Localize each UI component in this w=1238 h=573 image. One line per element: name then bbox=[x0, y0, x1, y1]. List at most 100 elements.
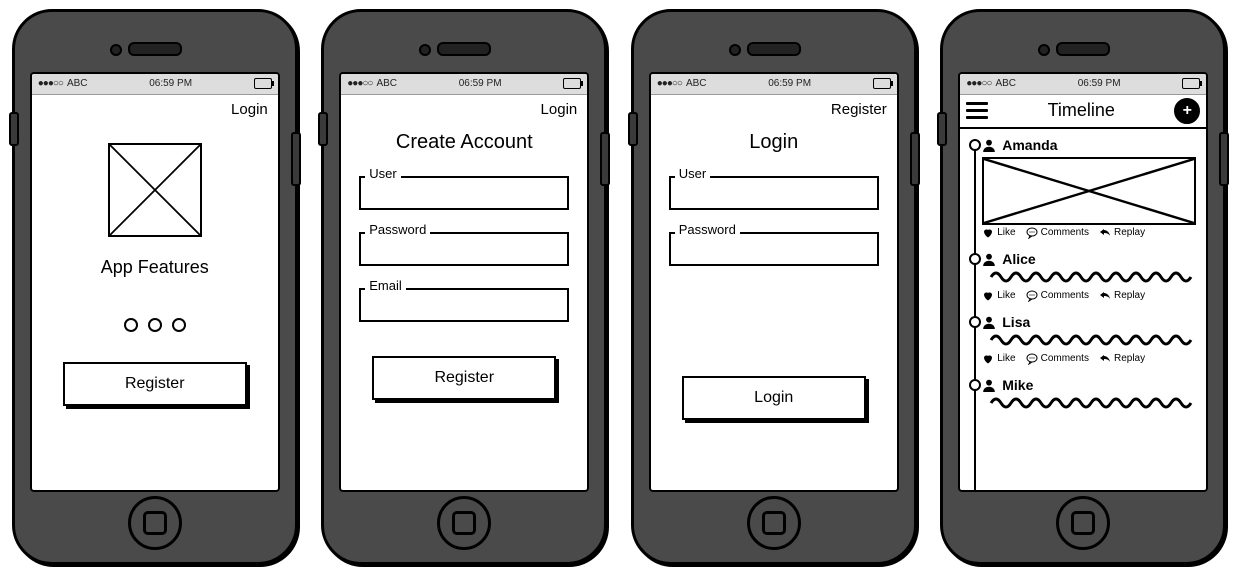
create-content: Login Create Account User Password Email… bbox=[341, 95, 587, 490]
phone-login: ●●●○○ ABC 06:59 PM Register Login User P… bbox=[631, 9, 917, 565]
comments-button[interactable]: Comments bbox=[1026, 290, 1089, 302]
welcome-content: Login App Features Register bbox=[32, 95, 278, 490]
signal-icon: ●●●○○ bbox=[347, 78, 372, 89]
carrier-label: ABC bbox=[686, 78, 707, 89]
like-button[interactable]: Like bbox=[982, 353, 1015, 365]
reply-icon bbox=[1099, 290, 1111, 302]
timeline-list[interactable]: Amanda Like Comments Replay bbox=[966, 133, 1200, 490]
like-button[interactable]: Like bbox=[982, 227, 1015, 239]
comments-button[interactable]: Comments bbox=[1026, 353, 1089, 365]
menu-icon[interactable] bbox=[966, 102, 988, 119]
timeline-content: Amanda Like Comments Replay bbox=[960, 129, 1206, 490]
timeline-header: Timeline + bbox=[960, 95, 1206, 129]
camera-dot bbox=[1038, 44, 1050, 56]
speech-icon bbox=[1026, 227, 1038, 239]
register-button[interactable]: Register bbox=[372, 356, 556, 400]
user-icon bbox=[982, 138, 996, 152]
password-label: Password bbox=[675, 222, 740, 237]
camera-dot bbox=[729, 44, 741, 56]
login-button[interactable]: Login bbox=[682, 376, 866, 420]
post-image-placeholder bbox=[982, 157, 1196, 225]
phone-welcome: ●●●○○ ABC 06:59 PM Login App Features Re… bbox=[12, 9, 298, 565]
post-author[interactable]: Lisa bbox=[982, 314, 1200, 330]
post-author[interactable]: Amanda bbox=[982, 137, 1200, 153]
login-link[interactable]: Login bbox=[541, 101, 578, 118]
reply-icon bbox=[1099, 353, 1111, 365]
battery-icon bbox=[563, 78, 581, 89]
post-author[interactable]: Mike bbox=[982, 377, 1200, 393]
phone-timeline: ●●●○○ ABC 06:59 PM Timeline + bbox=[940, 9, 1226, 565]
user-icon bbox=[982, 252, 996, 266]
email-input[interactable] bbox=[359, 288, 569, 322]
clock-label: 06:59 PM bbox=[1016, 78, 1182, 89]
user-icon bbox=[982, 378, 996, 392]
timeline-item: Amanda Like Comments Replay bbox=[982, 133, 1200, 239]
register-button[interactable]: Register bbox=[63, 362, 247, 406]
phone-create-account: ●●●○○ ABC 06:59 PM Login Create Account … bbox=[321, 9, 607, 565]
clock-label: 06:59 PM bbox=[88, 78, 254, 89]
email-label: Email bbox=[365, 278, 406, 293]
timeline-node-icon bbox=[969, 316, 981, 328]
login-link[interactable]: Login bbox=[231, 101, 268, 118]
user-field[interactable]: User bbox=[669, 176, 879, 210]
comments-button[interactable]: Comments bbox=[1026, 227, 1089, 239]
timeline-item: Lisa Like Comments Replay bbox=[982, 310, 1200, 365]
home-button[interactable] bbox=[1056, 496, 1110, 550]
user-input[interactable] bbox=[359, 176, 569, 210]
home-button[interactable] bbox=[128, 496, 182, 550]
speaker-slot bbox=[1056, 42, 1110, 56]
home-button[interactable] bbox=[437, 496, 491, 550]
author-name: Alice bbox=[1002, 251, 1035, 267]
wireframe-stage: ●●●○○ ABC 06:59 PM Login App Features Re… bbox=[0, 0, 1238, 573]
timeline-node-icon bbox=[969, 379, 981, 391]
password-field[interactable]: Password bbox=[359, 232, 569, 266]
user-input[interactable] bbox=[669, 176, 879, 210]
clock-label: 06:59 PM bbox=[707, 78, 873, 89]
clock-label: 06:59 PM bbox=[397, 78, 563, 89]
register-link[interactable]: Register bbox=[831, 101, 887, 118]
battery-icon bbox=[1182, 78, 1200, 89]
home-button[interactable] bbox=[747, 496, 801, 550]
status-bar: ●●●○○ ABC 06:59 PM bbox=[32, 74, 278, 95]
carrier-label: ABC bbox=[995, 78, 1016, 89]
battery-icon bbox=[254, 78, 272, 89]
post-author[interactable]: Alice bbox=[982, 251, 1200, 267]
author-name: Lisa bbox=[1002, 314, 1030, 330]
screen-timeline: ●●●○○ ABC 06:59 PM Timeline + bbox=[958, 72, 1208, 492]
user-field[interactable]: User bbox=[359, 176, 569, 210]
password-input[interactable] bbox=[669, 232, 879, 266]
camera-dot bbox=[110, 44, 122, 56]
replay-button[interactable]: Replay bbox=[1099, 353, 1145, 365]
post-actions: Like Comments Replay bbox=[982, 290, 1200, 302]
author-name: Mike bbox=[1002, 377, 1033, 393]
password-field[interactable]: Password bbox=[669, 232, 879, 266]
timeline-item: Mike bbox=[982, 373, 1200, 414]
speech-icon bbox=[1026, 290, 1038, 302]
post-text-placeholder bbox=[986, 395, 1196, 414]
post-actions: Like Comments Replay bbox=[982, 353, 1200, 365]
user-icon bbox=[982, 315, 996, 329]
speaker-slot bbox=[128, 42, 182, 56]
carrier-label: ABC bbox=[376, 78, 397, 89]
replay-button[interactable]: Replay bbox=[1099, 290, 1145, 302]
status-bar: ●●●○○ ABC 06:59 PM bbox=[651, 74, 897, 95]
timeline-node-icon bbox=[969, 139, 981, 151]
heart-icon bbox=[982, 290, 994, 302]
like-button[interactable]: Like bbox=[982, 290, 1015, 302]
add-post-button[interactable]: + bbox=[1174, 98, 1200, 124]
speech-icon bbox=[1026, 353, 1038, 365]
carrier-label: ABC bbox=[67, 78, 88, 89]
heart-icon bbox=[982, 353, 994, 365]
screen-login: ●●●○○ ABC 06:59 PM Register Login User P… bbox=[649, 72, 899, 492]
replay-button[interactable]: Replay bbox=[1099, 227, 1145, 239]
speaker-slot bbox=[747, 42, 801, 56]
password-input[interactable] bbox=[359, 232, 569, 266]
signal-icon: ●●●○○ bbox=[657, 78, 682, 89]
post-actions: Like Comments Replay bbox=[982, 227, 1200, 239]
page-indicator[interactable] bbox=[40, 318, 270, 332]
email-field[interactable]: Email bbox=[359, 288, 569, 322]
timeline-node-icon bbox=[969, 253, 981, 265]
signal-icon: ●●●○○ bbox=[966, 78, 991, 89]
battery-icon bbox=[873, 78, 891, 89]
create-title: Create Account bbox=[349, 131, 579, 154]
